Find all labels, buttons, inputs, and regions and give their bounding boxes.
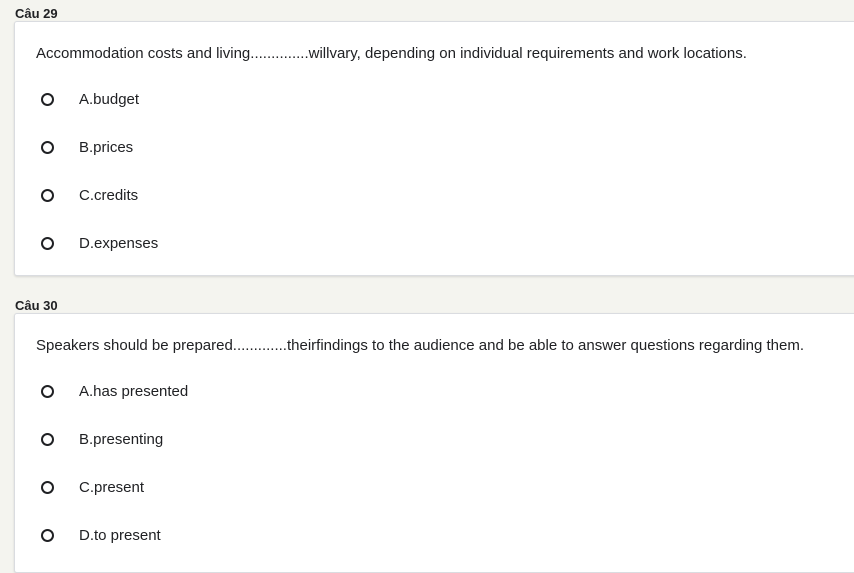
answer-option-d[interactable]: D.to present — [41, 523, 161, 547]
option-label: C.credits — [79, 186, 139, 204]
option-label: A.has presented — [79, 382, 189, 400]
radio-button-icon[interactable] — [41, 140, 54, 154]
option-label: D.expenses — [79, 234, 159, 252]
radio-button-icon[interactable] — [41, 480, 54, 494]
option-label: C.present — [79, 478, 145, 496]
radio-button-icon[interactable] — [41, 528, 54, 542]
answer-option-c[interactable]: C.credits — [41, 183, 138, 207]
question-card: Accommodation costs and living..........… — [14, 21, 854, 276]
option-label: B.presenting — [79, 430, 164, 448]
question-number: Câu 30 — [15, 298, 58, 313]
answer-option-d[interactable]: D.expenses — [41, 231, 158, 255]
radio-button-icon[interactable] — [41, 92, 54, 106]
question-number: Câu 29 — [15, 6, 58, 21]
answer-option-b[interactable]: B.prices — [41, 135, 133, 159]
question-card: Speakers should be prepared.............… — [14, 313, 854, 573]
radio-button-icon[interactable] — [41, 188, 54, 202]
answer-option-c[interactable]: C.present — [41, 475, 144, 499]
radio-button-icon[interactable] — [41, 432, 54, 446]
answer-option-a[interactable]: A.has presented — [41, 379, 188, 403]
radio-button-icon[interactable] — [41, 384, 54, 398]
question-text: Speakers should be prepared.............… — [36, 337, 804, 354]
answer-option-a[interactable]: A.budget — [41, 87, 139, 111]
option-label: A.budget — [79, 90, 140, 108]
answer-option-b[interactable]: B.presenting — [41, 427, 163, 451]
question-text: Accommodation costs and living..........… — [36, 45, 747, 62]
radio-button-icon[interactable] — [41, 236, 54, 250]
option-label: D.to present — [79, 526, 161, 544]
option-label: B.prices — [79, 138, 134, 156]
